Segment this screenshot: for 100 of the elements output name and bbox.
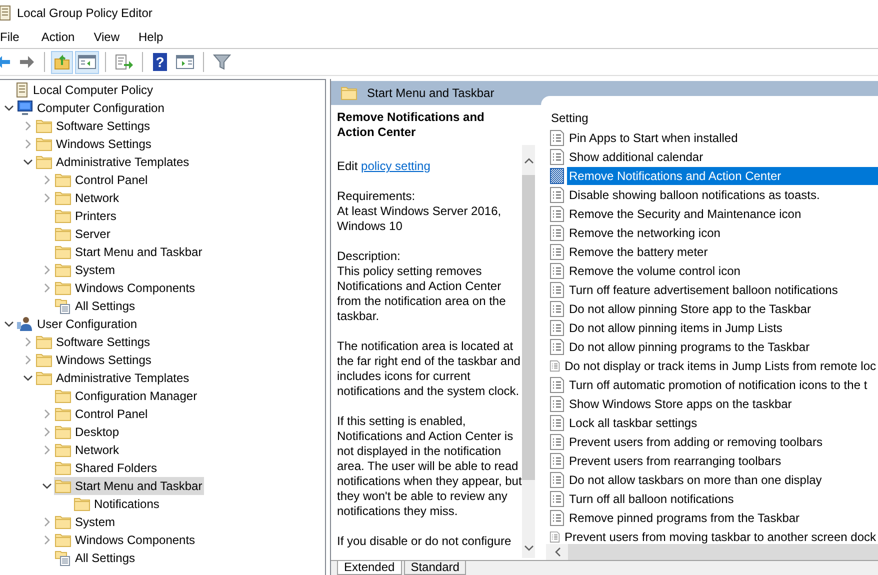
setting-name[interactable]: Disable showing balloon notifications as toasts. (567, 186, 822, 204)
tree-item[interactable]: Printers (54, 207, 118, 225)
tree-item[interactable]: Network (54, 189, 122, 207)
folder-icon (55, 191, 71, 205)
column-header[interactable]: Setting (550, 108, 878, 128)
tree-item[interactable]: Administrative Templates (35, 369, 192, 387)
tree-item[interactable]: Server (54, 225, 112, 243)
menu-item[interactable]: Action (41, 30, 86, 44)
expand-chevron-icon[interactable] (23, 337, 33, 347)
setting-name[interactable]: Show additional calendar (567, 148, 706, 166)
toolbar-button[interactable] (75, 50, 99, 74)
help-button[interactable]: ? (149, 50, 171, 74)
setting-page-icon (550, 472, 564, 488)
expand-chevron-icon[interactable] (42, 193, 52, 203)
collapse-chevron-icon[interactable] (23, 373, 33, 383)
expand-chevron-icon[interactable] (42, 409, 52, 419)
tree-item[interactable]: User Configuration (16, 315, 140, 333)
tree-item[interactable]: System (54, 513, 118, 531)
scrollbar[interactable] (546, 544, 878, 560)
menu-item[interactable]: Help (138, 30, 174, 44)
tree-item[interactable]: Windows Settings (35, 135, 154, 153)
view-tab[interactable]: Standard (404, 561, 466, 575)
setting-name[interactable]: Remove pinned programs from the Taskbar (567, 508, 802, 526)
folder-icon (341, 86, 357, 100)
setting-name[interactable]: Remove the Security and Maintenance icon (567, 204, 804, 222)
collapse-chevron-icon[interactable] (4, 319, 14, 329)
setting-name[interactable]: Show Windows Store apps on the taskbar (567, 394, 794, 412)
setting-name[interactable]: Do not display or track items in Jump Lists from remote loc (562, 356, 878, 374)
expand-chevron-icon[interactable] (42, 445, 52, 455)
setting-name[interactable]: Turn off all balloon notifications (567, 490, 736, 508)
setting-page-icon (550, 320, 564, 336)
setting-name[interactable]: Do not allow pinning items in Jump Lists (567, 318, 784, 336)
tree-item[interactable]: Computer Configuration (16, 99, 166, 117)
tree-item[interactable]: Shared Folders (54, 459, 160, 477)
expand-chevron-icon[interactable] (42, 265, 52, 275)
tree-item[interactable]: Windows Settings (35, 351, 154, 369)
setting-name[interactable]: Do not allow taskbars on more than one display (567, 470, 824, 488)
scrollbar[interactable] (522, 145, 535, 558)
folder-icon (55, 245, 71, 259)
expand-chevron-icon[interactable] (42, 517, 52, 527)
edit-label: Edit (337, 159, 358, 173)
policy-title: Remove Notifications and Action Center (337, 110, 486, 140)
setting-name[interactable]: Remove the battery meter (567, 242, 710, 260)
description-text: If you disable or do not configure (337, 534, 512, 549)
tree-item[interactable]: Network (54, 441, 122, 459)
tree-item[interactable]: Control Panel (54, 171, 150, 189)
setting-name[interactable]: Remove the volume control icon (567, 262, 742, 280)
tree-item[interactable]: Windows Components (54, 531, 198, 549)
collapse-chevron-icon[interactable] (42, 481, 52, 491)
scroll-down-icon[interactable] (524, 544, 534, 552)
tree-item[interactable]: System (54, 261, 118, 279)
tree-item[interactable]: Software Settings (35, 117, 152, 135)
pane-icon (176, 55, 194, 69)
setting-name[interactable]: Remove the networking icon (567, 224, 722, 242)
expand-chevron-icon[interactable] (23, 121, 33, 131)
tree-item[interactable]: Windows Components (54, 279, 198, 297)
tree-item[interactable]: Local Computer Policy (14, 81, 156, 99)
expand-chevron-icon[interactable] (42, 175, 52, 185)
setting-name[interactable]: Prevent users from adding or removing toolbars (567, 432, 824, 450)
folder-icon (36, 137, 52, 151)
settings-list-icon (55, 298, 71, 314)
tree-item[interactable]: Administrative Templates (35, 153, 192, 171)
setting-name[interactable]: Do not allow pinning Store app to the Taskbar (567, 300, 813, 318)
setting-name[interactable]: Prevent users from moving taskbar to another screen dock (562, 528, 878, 544)
checkered-page-icon (550, 168, 564, 184)
tree-item[interactable]: All Settings (54, 549, 138, 567)
policy-setting-link[interactable]: policy setting (361, 159, 430, 173)
scroll-up-icon[interactable] (524, 157, 534, 165)
collapse-chevron-icon[interactable] (23, 157, 33, 167)
setting-name[interactable]: Do not allow pinning programs to the Taskbar (567, 338, 812, 356)
expand-chevron-icon[interactable] (23, 355, 33, 365)
setting-name[interactable]: Prevent users from rearranging toolbars (567, 452, 784, 470)
toolbar-button[interactable] (51, 50, 73, 74)
tree-item[interactable]: Start Menu and Taskbar (54, 477, 204, 495)
collapse-chevron-icon[interactable] (4, 103, 14, 113)
tree-item[interactable]: Desktop (54, 423, 122, 441)
scroll-left-icon[interactable] (554, 547, 562, 557)
tree-item[interactable]: Notifications (73, 495, 162, 513)
menu-item[interactable]: File (0, 30, 30, 44)
tree-item[interactable]: Configuration Manager (54, 387, 200, 405)
setting-name[interactable]: Turn off feature advertisement balloon notifications (567, 280, 840, 298)
expand-chevron-icon[interactable] (23, 139, 33, 149)
menu-item[interactable]: View (94, 30, 130, 44)
tree-item[interactable]: Start Menu and Taskbar (54, 243, 204, 261)
setting-name[interactable]: Remove Notifications and Action Center (567, 166, 878, 184)
setting-name[interactable]: Pin Apps to Start when installed (567, 128, 740, 146)
setting-page-icon (550, 130, 564, 146)
expand-chevron-icon[interactable] (42, 427, 52, 437)
expand-chevron-icon[interactable] (42, 535, 52, 545)
view-tab[interactable]: Extended (337, 561, 402, 575)
setting-page-icon (550, 528, 560, 544)
folder-icon (36, 353, 52, 367)
tree-item[interactable]: Software Settings (35, 333, 152, 351)
setting-name[interactable]: Turn off automatic promotion of notification icons to the t (567, 376, 870, 394)
tree-item[interactable]: All Settings (54, 297, 138, 315)
expand-chevron-icon[interactable] (42, 283, 52, 293)
tree-item[interactable]: Control Panel (54, 405, 150, 423)
setting-name[interactable]: Lock all taskbar settings (567, 414, 700, 432)
folder-icon (55, 407, 71, 421)
folder-icon (36, 371, 52, 385)
